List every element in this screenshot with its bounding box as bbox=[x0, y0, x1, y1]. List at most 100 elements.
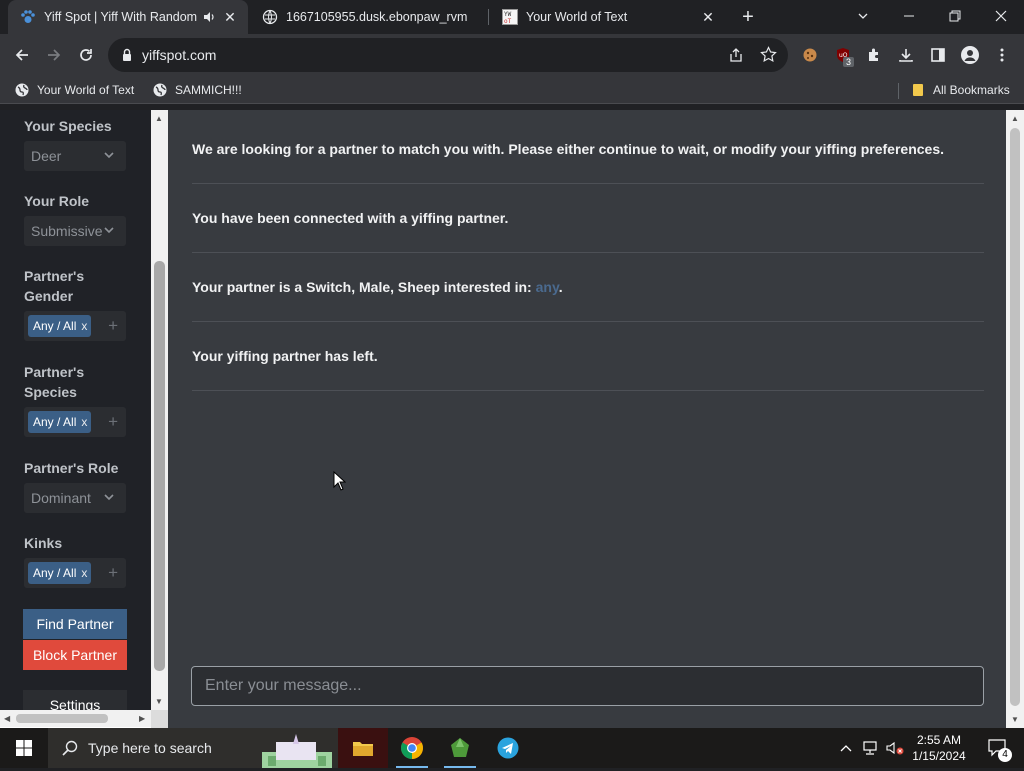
scroll-right-arrow-icon[interactable]: ▶ bbox=[139, 714, 145, 723]
scroll-down-arrow-icon[interactable]: ▼ bbox=[1011, 715, 1019, 724]
browser-tab-strip: Yiff Spot | Yiff With Random ✕ 166710595… bbox=[0, 0, 1024, 34]
svg-text:oT: oT bbox=[504, 18, 512, 25]
folder-icon bbox=[910, 82, 926, 98]
chrome-icon[interactable] bbox=[388, 728, 436, 768]
extension-badge: 3 bbox=[843, 57, 855, 67]
partner-role-value: Dominant bbox=[31, 490, 91, 506]
chevron-down-icon bbox=[104, 152, 114, 159]
tab-title: Your World of Text bbox=[526, 10, 628, 24]
ublock-origin-icon[interactable]: uO 3 bbox=[829, 41, 857, 69]
green-gem-app-icon[interactable] bbox=[436, 728, 484, 768]
telegram-icon[interactable] bbox=[484, 728, 532, 768]
chat-panel: We are looking for a partner to match yo… bbox=[168, 110, 1006, 728]
scroll-down-arrow-icon[interactable]: ▼ bbox=[155, 697, 163, 706]
volume-muted-icon[interactable] bbox=[884, 728, 906, 768]
network-icon[interactable] bbox=[860, 728, 882, 768]
clock-time: 2:55 AM bbox=[916, 733, 962, 747]
partner-gender-tag[interactable]: Any / All x bbox=[28, 315, 92, 337]
scrollbar-thumb[interactable] bbox=[1010, 128, 1020, 706]
system-message: You have been connected with a yiffing p… bbox=[192, 210, 509, 226]
tag-label: Any / All bbox=[33, 566, 77, 580]
partner-role-select[interactable]: Dominant bbox=[24, 483, 126, 513]
sidebar-horizontal-scrollbar[interactable]: ◀ ▶ bbox=[0, 710, 151, 727]
scrollbar-thumb[interactable] bbox=[16, 714, 108, 723]
search-icon bbox=[62, 740, 78, 756]
block-partner-button[interactable]: Block Partner bbox=[23, 640, 127, 670]
tab-yiff-spot[interactable]: Yiff Spot | Yiff With Random ✕ bbox=[8, 0, 248, 34]
scrollbar-thumb[interactable] bbox=[154, 261, 165, 671]
your-species-select[interactable]: Deer bbox=[24, 141, 126, 171]
file-explorer-icon[interactable] bbox=[338, 728, 388, 768]
browser-menu-icon[interactable] bbox=[988, 41, 1016, 69]
remove-tag-icon[interactable]: x bbox=[81, 319, 87, 333]
close-tab-icon[interactable]: ✕ bbox=[700, 9, 716, 25]
taskbar-search-box[interactable]: Type here to search bbox=[48, 728, 338, 768]
interest-link[interactable]: any bbox=[536, 279, 559, 295]
close-window-icon[interactable] bbox=[978, 0, 1024, 32]
address-bar[interactable]: yiffspot.com bbox=[108, 38, 788, 72]
tab-title: 1667105955.dusk.ebonpaw_rvm bbox=[286, 10, 468, 24]
share-icon[interactable] bbox=[728, 47, 744, 68]
remove-tag-icon[interactable]: x bbox=[81, 566, 87, 580]
system-clock[interactable]: 2:55 AM 1/15/2024 bbox=[904, 732, 974, 764]
side-panel-icon[interactable] bbox=[924, 41, 952, 69]
notifications-icon[interactable]: 4 bbox=[980, 728, 1016, 768]
bookmarks-divider bbox=[898, 83, 899, 99]
bookmark-your-world-of-text[interactable]: Your World of Text bbox=[14, 81, 134, 99]
label-line: Species bbox=[24, 384, 77, 400]
show-hidden-icons-chevron-icon[interactable] bbox=[836, 728, 856, 768]
tab-search-chevron-icon[interactable] bbox=[840, 0, 886, 32]
reload-icon[interactable] bbox=[72, 41, 100, 69]
system-message: Your yiffing partner has left. bbox=[192, 348, 378, 364]
mouse-cursor-icon bbox=[333, 471, 346, 491]
download-icon[interactable] bbox=[892, 41, 920, 69]
partner-species-tag[interactable]: Any / All x bbox=[28, 411, 92, 433]
profile-avatar-icon[interactable] bbox=[956, 41, 984, 69]
globe-icon bbox=[14, 82, 30, 98]
chevron-down-icon bbox=[104, 494, 114, 501]
your-role-label: Your Role bbox=[24, 193, 90, 209]
bookmark-label: SAMMICH!!! bbox=[175, 83, 242, 97]
message-input[interactable] bbox=[191, 666, 984, 706]
yw-text-icon: YW oT bbox=[502, 9, 518, 25]
find-partner-button[interactable]: Find Partner bbox=[23, 609, 127, 639]
forward-arrow-icon[interactable] bbox=[40, 41, 68, 69]
all-bookmarks-folder[interactable]: All Bookmarks bbox=[910, 81, 1010, 99]
site-info-icon[interactable] bbox=[121, 48, 133, 67]
kinks-tag-input[interactable]: Any / All x + bbox=[24, 558, 126, 588]
kinks-tag[interactable]: Any / All x bbox=[28, 562, 92, 584]
windows-start-icon[interactable] bbox=[0, 728, 48, 768]
partner-gender-tag-input[interactable]: Any / All x + bbox=[24, 311, 126, 341]
windows-taskbar: Type here to search 2:55 AM 1/15/2024 4 bbox=[0, 728, 1024, 768]
scroll-left-arrow-icon[interactable]: ◀ bbox=[4, 714, 10, 723]
cookie-extension-icon[interactable] bbox=[796, 41, 824, 69]
settings-button[interactable]: Settings bbox=[23, 690, 127, 710]
your-role-select[interactable]: Submissive bbox=[24, 216, 126, 246]
scroll-up-arrow-icon[interactable]: ▲ bbox=[1011, 114, 1019, 123]
tab-your-world-of-text[interactable]: YW oT Your World of Text ✕ bbox=[490, 0, 726, 34]
speaker-icon[interactable] bbox=[202, 10, 216, 24]
back-arrow-icon[interactable] bbox=[8, 41, 36, 69]
add-tag-icon[interactable]: + bbox=[108, 563, 118, 583]
bookmark-sammich[interactable]: SAMMICH!!! bbox=[152, 81, 242, 99]
add-tag-icon[interactable]: + bbox=[108, 412, 118, 432]
page-vertical-scrollbar[interactable]: ▲ ▼ bbox=[1006, 110, 1024, 728]
message-divider bbox=[192, 321, 984, 322]
minimize-window-icon[interactable] bbox=[886, 0, 932, 32]
close-tab-icon[interactable]: ✕ bbox=[222, 9, 238, 25]
partner-species-tag-input[interactable]: Any / All x + bbox=[24, 407, 126, 437]
tab-ebonpaw[interactable]: 1667105955.dusk.ebonpaw_rvm bbox=[250, 0, 488, 34]
kinks-label: Kinks bbox=[24, 535, 63, 551]
restore-window-icon[interactable] bbox=[932, 0, 978, 32]
add-tag-icon[interactable]: + bbox=[108, 316, 118, 336]
remove-tag-icon[interactable]: x bbox=[81, 415, 87, 429]
bookmark-star-icon[interactable] bbox=[760, 46, 777, 68]
bookmarks-bar: Your World of Text SAMMICH!!! All Bookma… bbox=[0, 76, 1024, 104]
scroll-up-arrow-icon[interactable]: ▲ bbox=[155, 114, 163, 123]
extensions-puzzle-icon[interactable] bbox=[860, 41, 888, 69]
tag-label: Any / All bbox=[33, 319, 77, 333]
sidebar-vertical-scrollbar[interactable]: ▲ ▼ bbox=[151, 110, 168, 710]
label-line: Partner's bbox=[24, 268, 85, 284]
new-tab-icon[interactable]: + bbox=[738, 7, 758, 28]
message-divider bbox=[192, 183, 984, 184]
